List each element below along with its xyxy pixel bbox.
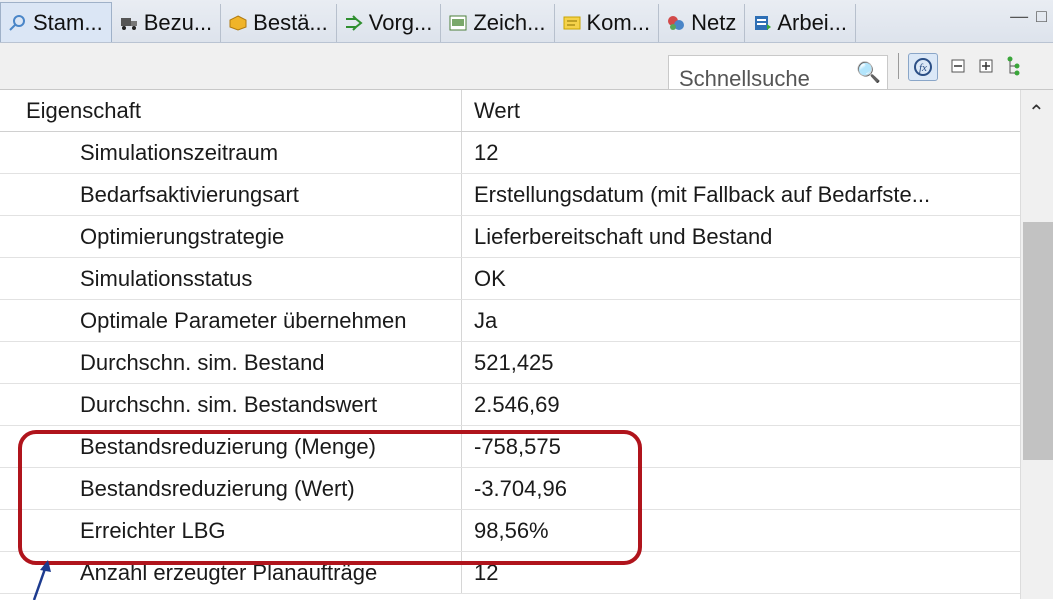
table-row[interactable]: Optimierungstrategie Lieferbereitschaft … xyxy=(0,216,1020,258)
property-value[interactable]: Ja xyxy=(462,300,1020,341)
property-name: Durchschn. sim. Bestandswert xyxy=(0,384,462,425)
table-row[interactable]: Bedarfsaktivierungsart Erstellungsdatum … xyxy=(0,174,1020,216)
property-toolbar: Schnellsuche 🔍 fx xyxy=(0,43,1053,91)
property-value[interactable]: Lieferbereitschaft und Bestand xyxy=(462,216,1020,257)
highlight-annotation xyxy=(18,430,642,565)
table-row[interactable]: Optimale Parameter übernehmen Ja xyxy=(0,300,1020,342)
table-row[interactable]: Durchschn. sim. Bestand 521,425 xyxy=(0,342,1020,384)
property-name: Optimierungstrategie xyxy=(0,216,462,257)
search-placeholder: Schnellsuche xyxy=(679,66,810,91)
column-header-value[interactable]: Wert xyxy=(462,90,1020,131)
property-value[interactable]: 2.546,69 xyxy=(462,384,1020,425)
tab-netz[interactable]: Netz xyxy=(659,4,746,42)
tab-label: Bezu... xyxy=(143,10,213,35)
collapse-all-icon[interactable] xyxy=(948,53,968,79)
quick-search-input[interactable]: Schnellsuche 🔍 xyxy=(668,55,888,91)
property-name: Optimale Parameter übernehmen xyxy=(0,300,462,341)
property-name: Simulationszeitraum xyxy=(0,132,462,173)
tab-kommentar[interactable]: Kom... xyxy=(555,4,660,42)
truck-icon xyxy=(120,18,137,30)
property-value[interactable]: 521,425 xyxy=(462,342,1020,383)
tab-label: Netz xyxy=(691,10,737,35)
tab-arbeitsplan[interactable]: Arbei... xyxy=(745,4,857,42)
tab-label: Arbei... xyxy=(777,10,848,35)
tab-label: Kom... xyxy=(586,10,651,35)
search-icon[interactable]: 🔍 xyxy=(856,60,881,85)
worklist-icon xyxy=(755,16,772,30)
network-icon xyxy=(668,16,685,30)
svg-text:fx: fx xyxy=(919,62,927,74)
search-icon xyxy=(9,14,25,31)
property-name: Durchschn. sim. Bestand xyxy=(0,342,462,383)
tab-label: Zeich... xyxy=(473,10,546,35)
table-row[interactable]: Simulationszeitraum 12 xyxy=(0,132,1020,174)
tree-icon[interactable] xyxy=(1004,53,1024,79)
box-icon xyxy=(229,15,247,31)
tab-stammdaten[interactable]: Stam... xyxy=(0,2,112,42)
tab-zeichnung[interactable]: Zeich... xyxy=(441,4,555,42)
comment-icon xyxy=(563,16,580,30)
drawing-icon xyxy=(449,15,467,31)
table-row[interactable]: Durchschn. sim. Bestandswert 2.546,69 xyxy=(0,384,1020,426)
tab-vorgang[interactable]: Vorg... xyxy=(337,4,442,42)
toolbar-separator xyxy=(898,53,899,79)
vertical-scrollbar[interactable]: ⌃ xyxy=(1020,90,1053,599)
formula-icon[interactable]: fx xyxy=(908,53,938,81)
expand-all-icon[interactable] xyxy=(976,53,996,79)
tab-label: Bestä... xyxy=(253,10,328,35)
property-value[interactable]: 12 xyxy=(462,132,1020,173)
scrollbar-thumb[interactable] xyxy=(1023,222,1053,460)
tab-bezug[interactable]: Bezu... xyxy=(112,4,222,42)
tab-bestand[interactable]: Bestä... xyxy=(221,4,337,42)
scroll-up-icon[interactable]: ⌃ xyxy=(1028,100,1045,125)
property-value[interactable]: OK xyxy=(462,258,1020,299)
editor-tab-bar: Stam... Bezu... Bestä... Vorg... Zeich..… xyxy=(0,0,1053,43)
table-header: Eigenschaft Wert xyxy=(0,90,1020,132)
property-name: Bedarfsaktivierungsart xyxy=(0,174,462,215)
maximize-icon[interactable]: □ xyxy=(1036,6,1047,27)
view-controls: — □ xyxy=(1010,6,1053,37)
tab-label: Stam... xyxy=(33,9,103,35)
property-value[interactable]: Erstellungsdatum (mit Fallback auf Bedar… xyxy=(462,174,1020,215)
property-name: Simulationsstatus xyxy=(0,258,462,299)
table-row[interactable]: Simulationsstatus OK xyxy=(0,258,1020,300)
column-header-property[interactable]: Eigenschaft xyxy=(0,90,462,131)
pointer-arrow-icon xyxy=(32,560,51,600)
tab-label: Vorg... xyxy=(368,10,433,35)
process-icon xyxy=(345,15,363,31)
minimize-icon[interactable]: — xyxy=(1010,6,1028,27)
